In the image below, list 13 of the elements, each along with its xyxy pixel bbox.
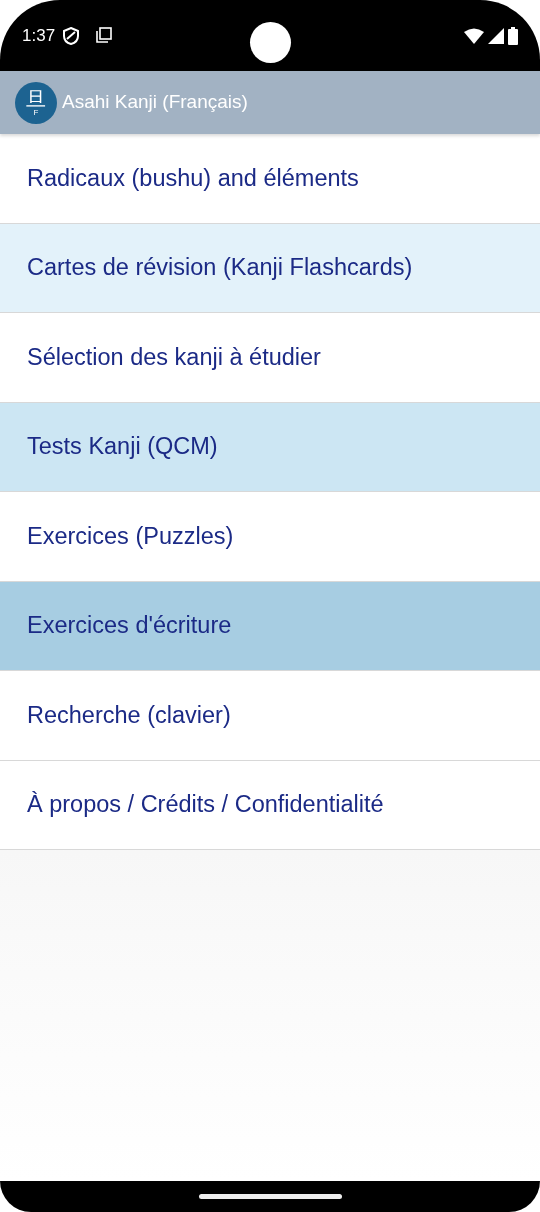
copy-icon xyxy=(95,27,113,44)
app-logo: 旦 F xyxy=(15,81,57,124)
camera-cutout xyxy=(250,22,291,63)
menu-item[interactable]: Tests Kanji (QCM) xyxy=(0,402,540,492)
menu-item[interactable]: Cartes de révision (Kanji Flashcards) xyxy=(0,223,540,313)
menu-item[interactable]: Exercices d'écriture xyxy=(0,581,540,671)
shield-icon xyxy=(63,26,80,45)
status-time: 1:37 xyxy=(22,24,56,47)
wifi-icon xyxy=(464,27,484,44)
home-indicator[interactable] xyxy=(198,1194,342,1199)
battery-icon xyxy=(508,26,518,45)
app-title: Asahi Kanji (Français) xyxy=(62,90,248,115)
signal-icon xyxy=(488,27,504,44)
